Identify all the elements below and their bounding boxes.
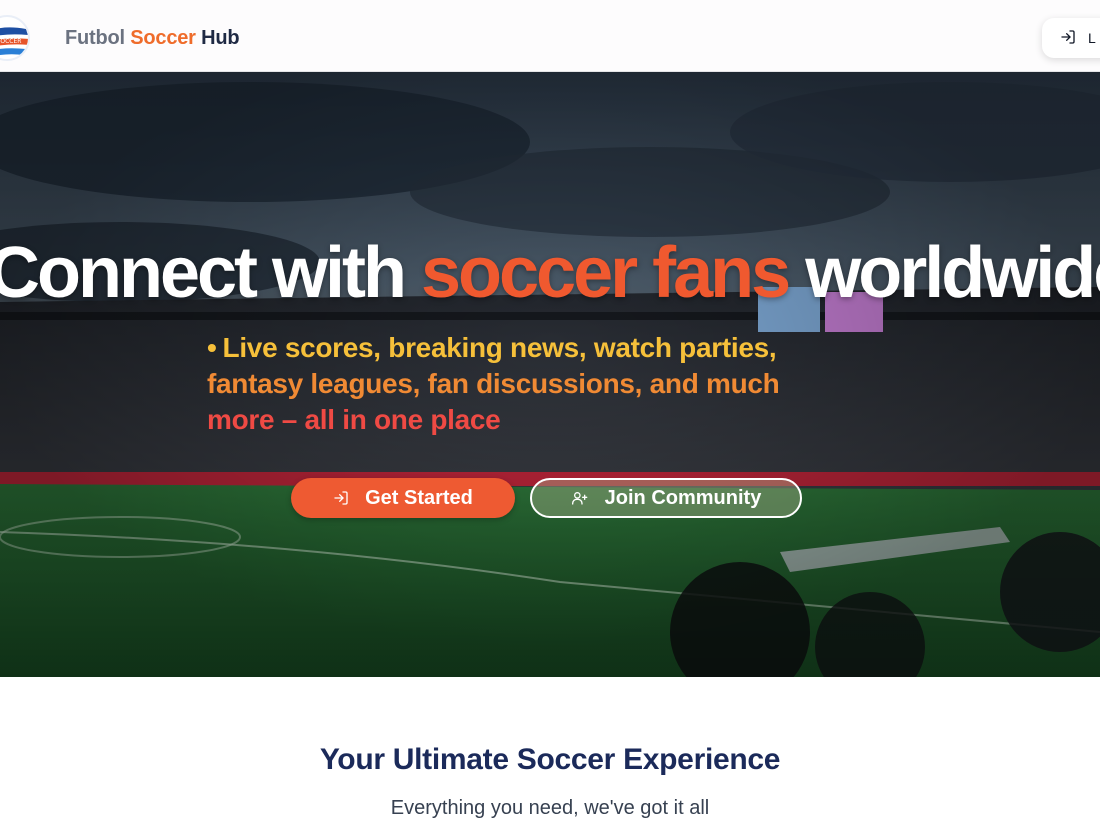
features-subtitle: Everything you need, we've got it all: [390, 797, 710, 819]
brand-name[interactable]: Futbol Soccer Hub: [65, 27, 240, 50]
login-label: L: [1088, 30, 1096, 46]
join-community-label: Join Community: [604, 486, 762, 509]
brand-part-soccer: Soccer: [130, 27, 196, 49]
sign-in-icon: [333, 490, 349, 506]
features-title: Your Ultimate Soccer Experience: [319, 743, 781, 776]
user-plus-icon: [571, 490, 589, 506]
hero-headline: Connect with soccer fans worldwide: [0, 237, 1100, 309]
headline-part-3: worldwide: [805, 233, 1100, 313]
svg-text:SOCCER: SOCCER: [0, 38, 21, 45]
login-button[interactable]: L: [1042, 18, 1100, 58]
subtitle-line-1: • Live scores, breaking news, watch parti…: [207, 330, 847, 366]
subtitle-line-2: fantasy leagues, fan discussions, and mu…: [207, 368, 780, 399]
headline-accent: soccer fans: [420, 233, 791, 313]
login-icon: [1060, 29, 1076, 48]
brand-part-futbol: Futbol: [65, 27, 125, 49]
join-community-button[interactable]: Join Community: [530, 478, 802, 518]
brand-part-hub: Hub: [201, 27, 240, 49]
get-started-button[interactable]: Get Started: [291, 478, 515, 518]
subtitle-bullet: •: [207, 332, 217, 363]
headline-part-1: Connect with: [0, 233, 407, 313]
subtitle-line-1-text: Live scores, breaking news, watch partie…: [222, 332, 777, 363]
hero-subtitle: • Live scores, breaking news, watch parti…: [207, 330, 847, 438]
get-started-label: Get Started: [365, 486, 473, 509]
top-navbar: SOCCER Futbol Soccer Hub L: [0, 0, 1100, 72]
subtitle-line-3: more – all in one place: [207, 404, 501, 435]
soccer-logo-icon[interactable]: SOCCER: [0, 15, 30, 61]
hero-section: Connect with soccer fans worldwide • Live…: [0, 72, 1100, 677]
